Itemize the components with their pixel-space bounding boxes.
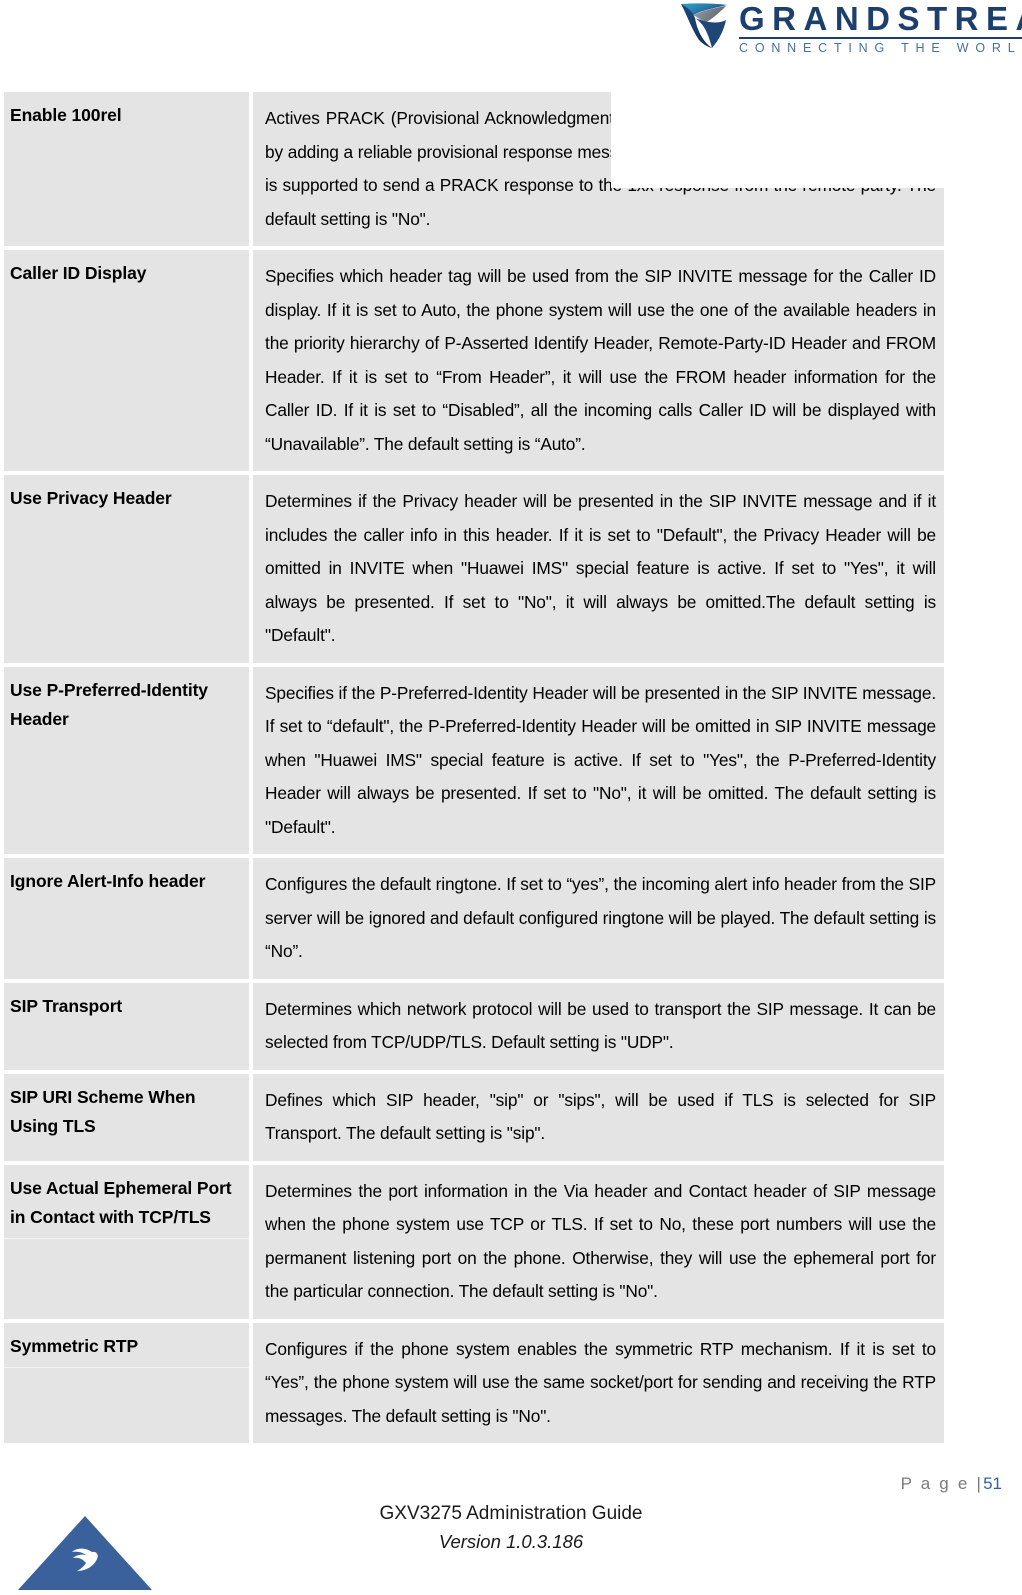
setting-label-cell: Use Privacy Header — [4, 475, 250, 663]
setting-label: Enable 100rel — [10, 105, 122, 125]
setting-description-cell: Determines if the Privacy header will be… — [253, 475, 944, 663]
setting-description-cell: Determines which network protocol will b… — [253, 982, 944, 1070]
setting-description-cell: Defines which SIP header, "sip" or "sips… — [253, 1073, 944, 1161]
setting-description: Specifies if the P-Preferred-Identity He… — [265, 682, 936, 837]
table-row: SIP URI Scheme When Using TLS Defines whi… — [4, 1073, 944, 1161]
setting-description-cell: Configures the default ringtone. If set … — [253, 858, 944, 979]
table-row: Use Actual Ephemeral Port in Contact wit… — [4, 1164, 944, 1319]
setting-description-cell: Specifies which header tag will be used … — [253, 250, 944, 471]
table-row: Caller ID Display Specifies which header … — [4, 250, 944, 471]
setting-label-cell: Ignore Alert-Info header — [4, 858, 250, 979]
grandstream-logo-overlay: GRANDSTREAM CONNECTING THE WORLD — [611, 0, 1022, 188]
page-label: P a g e | — [900, 1474, 984, 1493]
table-row: Use P-Preferred-Identity Header Specifies… — [4, 666, 944, 854]
table-row: Use Privacy Header Determines if the Priv… — [4, 475, 944, 663]
setting-label: Use Actual Ephemeral Port in Contact wit… — [10, 1177, 232, 1227]
setting-label-cell: SIP URI Scheme When Using TLS — [4, 1073, 250, 1161]
setting-description: Determines if the Privacy header will be… — [265, 491, 936, 645]
label-cell-divider — [4, 1237, 250, 1239]
setting-label-cell: Use Actual Ephemeral Port in Contact wit… — [4, 1164, 250, 1319]
setting-label-cell: Caller ID Display — [4, 250, 250, 471]
grandstream-triangle-logo-icon — [14, 1514, 154, 1590]
label-cell-divider — [4, 1366, 250, 1368]
table-row: Ignore Alert-Info header Configures the d… — [4, 858, 944, 979]
setting-description-cell: Configures if the phone system enables t… — [253, 1322, 944, 1443]
setting-label: Caller ID Display — [10, 263, 147, 283]
grandstream-wordmark: GRANDSTREAM — [739, 0, 1022, 37]
setting-description: Determines the port information in the V… — [265, 1180, 936, 1302]
table-row: Symmetric RTP Configures if the phone sys… — [4, 1322, 944, 1443]
setting-description: Defines which SIP header, "sip" or "sips… — [265, 1089, 936, 1144]
setting-description: Configures if the phone system enables t… — [265, 1338, 936, 1426]
setting-label: Ignore Alert-Info header — [10, 871, 206, 891]
setting-label: Symmetric RTP — [10, 1335, 139, 1356]
setting-label: Use Privacy Header — [10, 488, 172, 508]
page-number-value: 51 — [983, 1474, 1002, 1493]
setting-label: SIP URI Scheme When Using TLS — [10, 1086, 196, 1136]
setting-label-cell: Symmetric RTP — [4, 1322, 250, 1443]
setting-label-cell: Enable 100rel — [4, 92, 250, 246]
setting-description: Configures the default ringtone. If set … — [265, 874, 936, 961]
table-row: SIP Transport Determines which network pr… — [4, 982, 944, 1070]
setting-label-cell: Use P-Preferred-Identity Header — [4, 666, 250, 854]
grandstream-tagline: CONNECTING THE WORLD — [739, 41, 1022, 55]
setting-label-cell: SIP Transport — [4, 982, 250, 1070]
settings-description-table: Enable 100rel Actives PRACK (Provisional … — [0, 88, 948, 1447]
setting-description-cell: Specifies if the P-Preferred-Identity He… — [253, 666, 944, 854]
setting-description: Determines which network protocol will b… — [265, 998, 936, 1053]
setting-label: SIP Transport — [10, 995, 123, 1016]
page-number: P a g e |51 — [901, 1474, 1002, 1494]
grandstream-wordmark-block: GRANDSTREAM CONNECTING THE WORLD — [739, 2, 1022, 56]
wordmark-divider — [739, 37, 1022, 39]
setting-label: Use P-Preferred-Identity Header — [10, 679, 208, 729]
grandstream-swoosh-icon — [679, 2, 731, 50]
setting-description: Specifies which header tag will be used … — [265, 266, 936, 454]
setting-description-cell: Determines the port information in the V… — [253, 1164, 944, 1319]
